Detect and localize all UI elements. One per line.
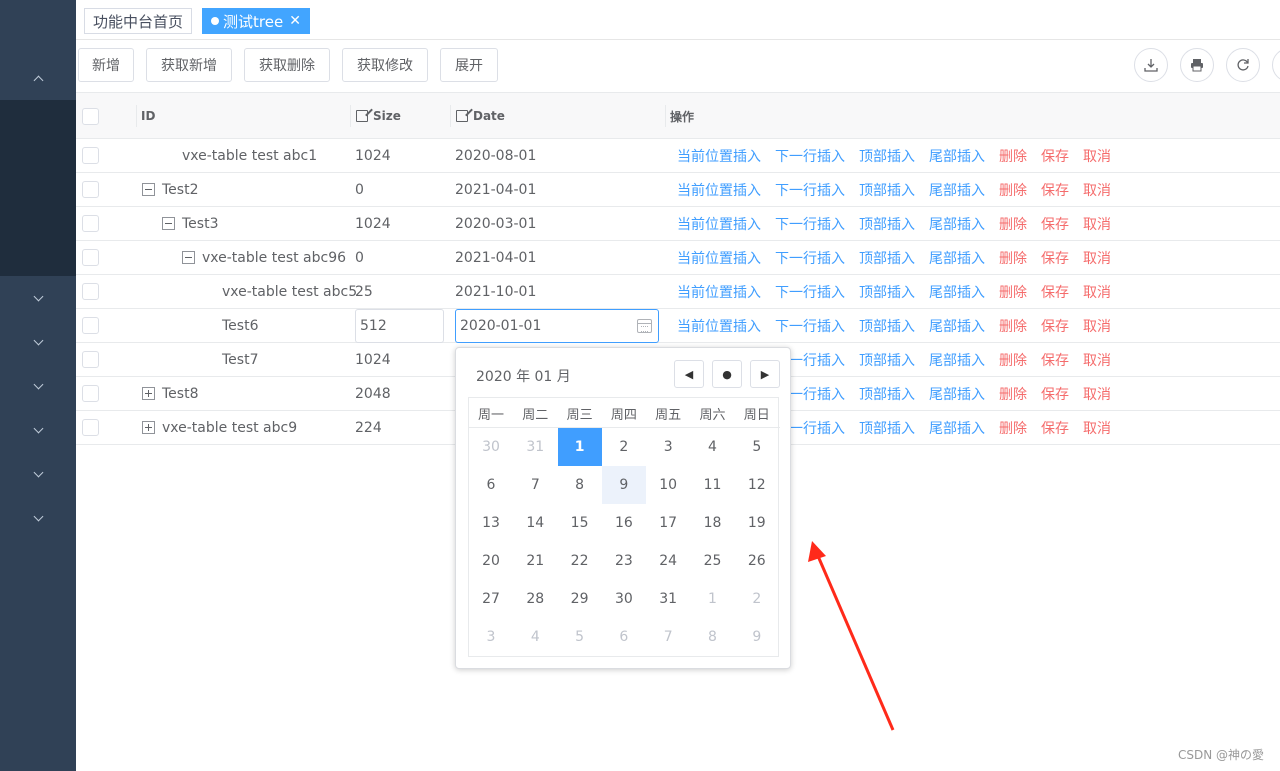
watermark: CSDN @神の愛: [1177, 748, 1264, 762]
annotation-arrow: [808, 541, 895, 731]
